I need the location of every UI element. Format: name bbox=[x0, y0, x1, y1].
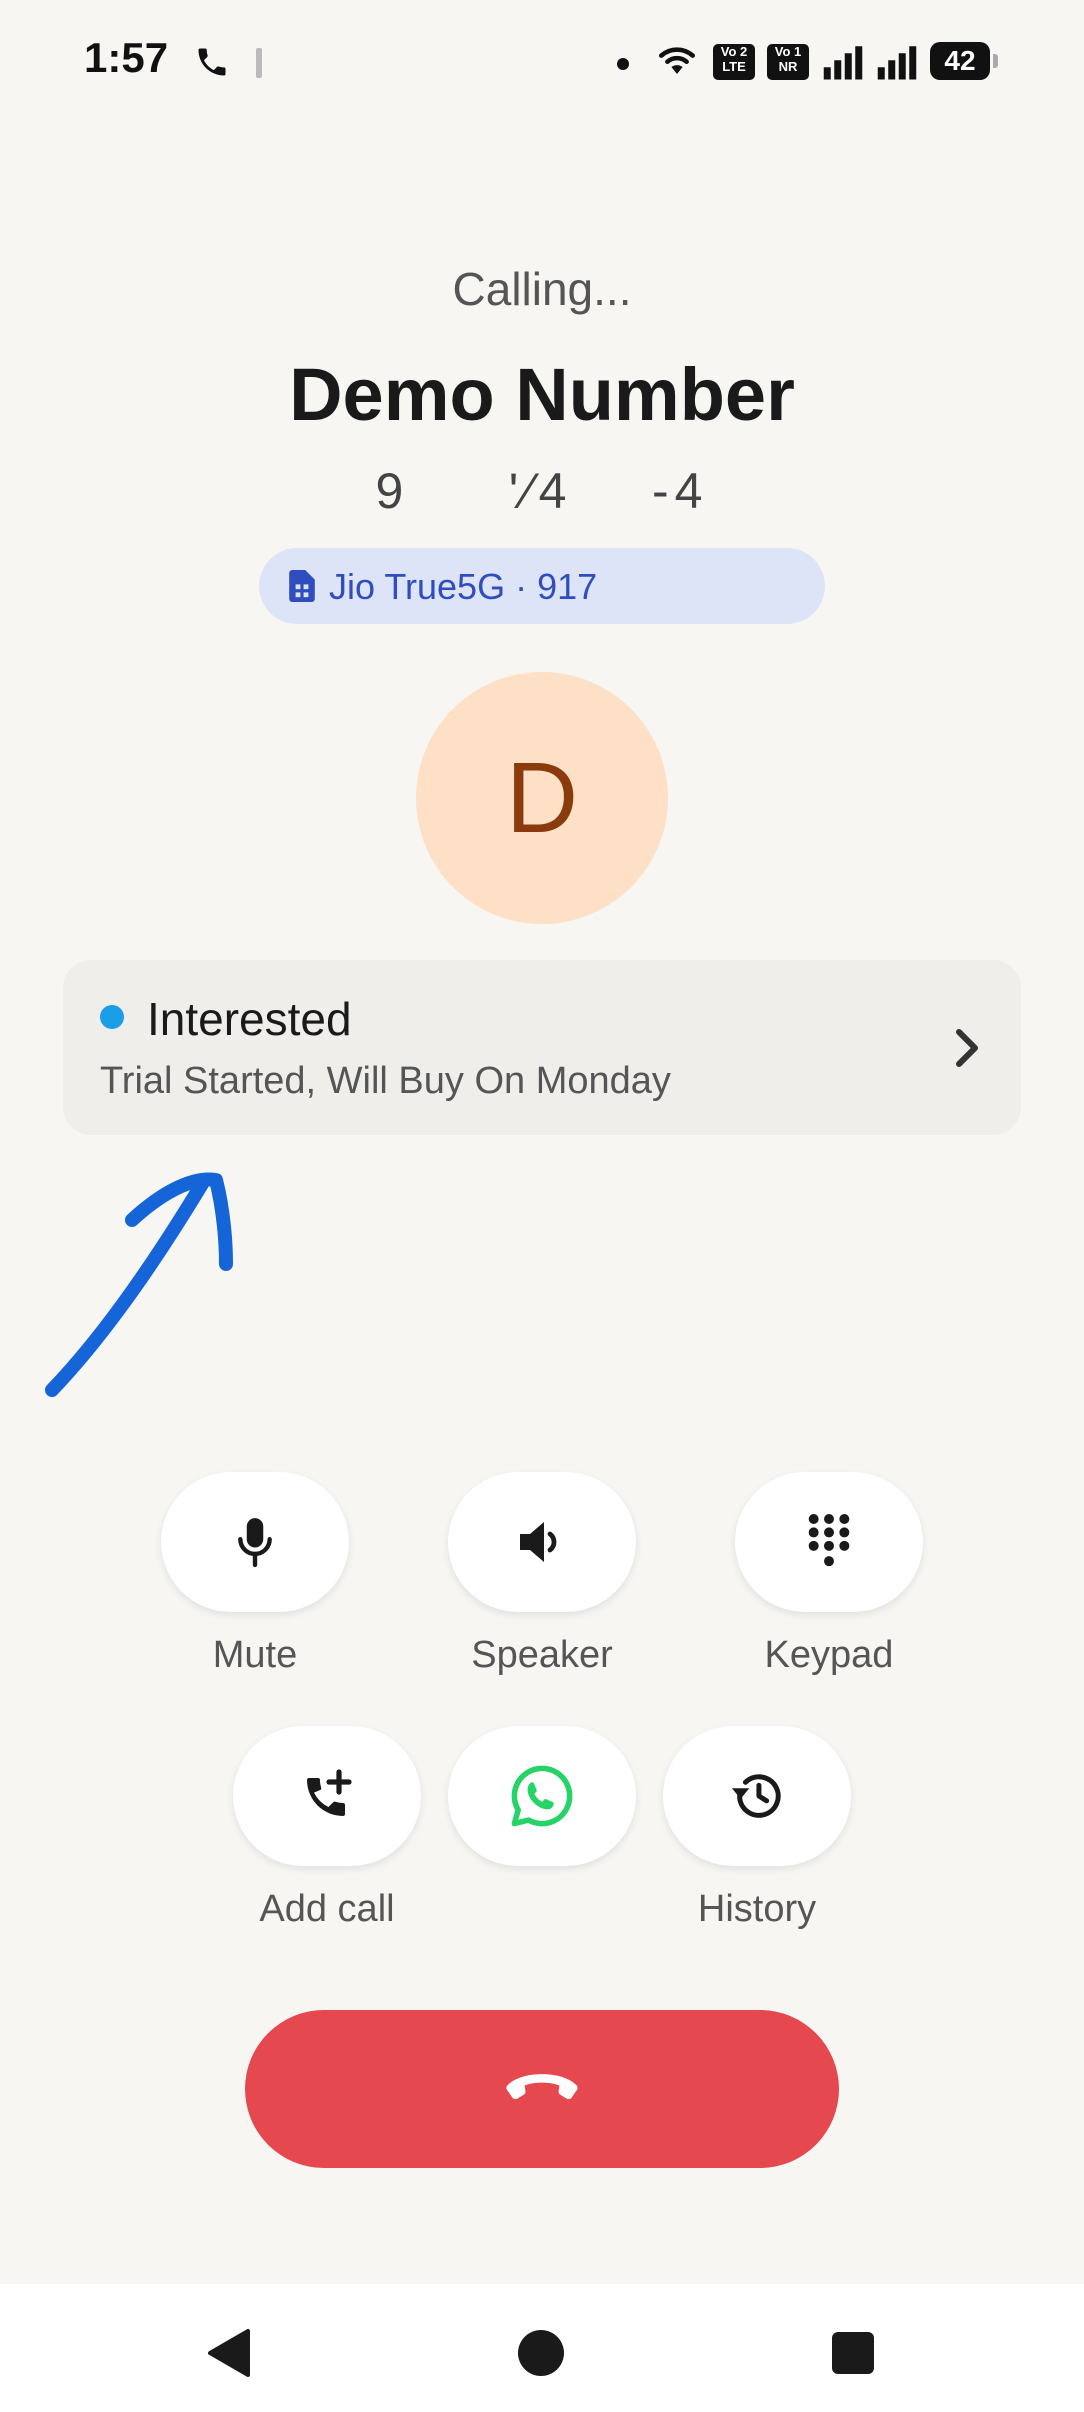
chevron-right-icon bbox=[956, 1029, 978, 1067]
whatsapp-button[interactable] bbox=[448, 1726, 636, 1866]
battery-icon: 42 bbox=[930, 42, 998, 80]
keypad-button[interactable] bbox=[735, 1472, 923, 1612]
history-icon bbox=[731, 1774, 781, 1818]
speaker-label: Speaker bbox=[471, 1634, 613, 1676]
annotation-arrow-icon bbox=[45, 1172, 233, 1397]
history-button[interactable] bbox=[663, 1726, 851, 1866]
navigation-bar bbox=[0, 2284, 1084, 2412]
keypad-label: Keypad bbox=[764, 1634, 894, 1676]
signal-icon bbox=[823, 46, 863, 80]
end-call-button[interactable] bbox=[245, 2010, 839, 2168]
microphone-icon bbox=[238, 1518, 272, 1568]
hang-up-icon bbox=[506, 2074, 578, 2100]
add-call-icon bbox=[307, 1769, 352, 1816]
lead-status-title: Interested bbox=[147, 993, 352, 1045]
add-call-button[interactable] bbox=[233, 1726, 421, 1866]
battery-level: 42 bbox=[930, 42, 990, 80]
phone-icon bbox=[198, 48, 226, 76]
signal-icon bbox=[877, 46, 917, 80]
battery-tip bbox=[993, 54, 998, 68]
lead-status-note: Trial Started, Will Buy On Monday bbox=[100, 1060, 671, 1102]
mute-button[interactable] bbox=[161, 1472, 349, 1612]
notification-dot-icon bbox=[617, 58, 629, 70]
back-icon[interactable] bbox=[206, 2328, 252, 2378]
recents-icon[interactable] bbox=[832, 2332, 874, 2374]
status-dot bbox=[100, 1005, 124, 1029]
mute-label: Mute bbox=[212, 1634, 298, 1676]
sim-pill: Jio True5G · 917 bbox=[259, 548, 825, 624]
dialpad-icon bbox=[808, 1514, 850, 1567]
status-time: 1:57 bbox=[84, 34, 169, 81]
vonr-badge-icon: Vo 1 NR bbox=[767, 44, 809, 80]
wifi-icon bbox=[658, 47, 696, 74]
whatsapp-icon bbox=[511, 1765, 573, 1827]
avatar: D bbox=[416, 672, 668, 924]
notification-icon bbox=[256, 48, 262, 78]
sim-label: Jio True5G · 917 bbox=[329, 566, 598, 607]
volte-badge-icon: Vo 2 LTE bbox=[713, 44, 755, 80]
lead-status-card[interactable]: Interested Trial Started, Will Buy On Mo… bbox=[63, 960, 1021, 1135]
call-state: Calling... bbox=[452, 263, 632, 315]
status-bar: 1:57 Vo 2 LTE Vo 1 NR 42 bbox=[0, 0, 1084, 130]
speaker-icon bbox=[520, 1522, 557, 1562]
speaker-button[interactable] bbox=[448, 1472, 636, 1612]
contact-name: Demo Number bbox=[289, 353, 795, 436]
add-call-label: Add call bbox=[259, 1888, 395, 1930]
contact-number: 9 '⁄4 -4 bbox=[375, 463, 709, 519]
history-label: History bbox=[697, 1888, 817, 1930]
sim-card-icon bbox=[289, 570, 315, 602]
avatar-letter: D bbox=[505, 742, 579, 854]
home-icon[interactable] bbox=[518, 2330, 564, 2376]
